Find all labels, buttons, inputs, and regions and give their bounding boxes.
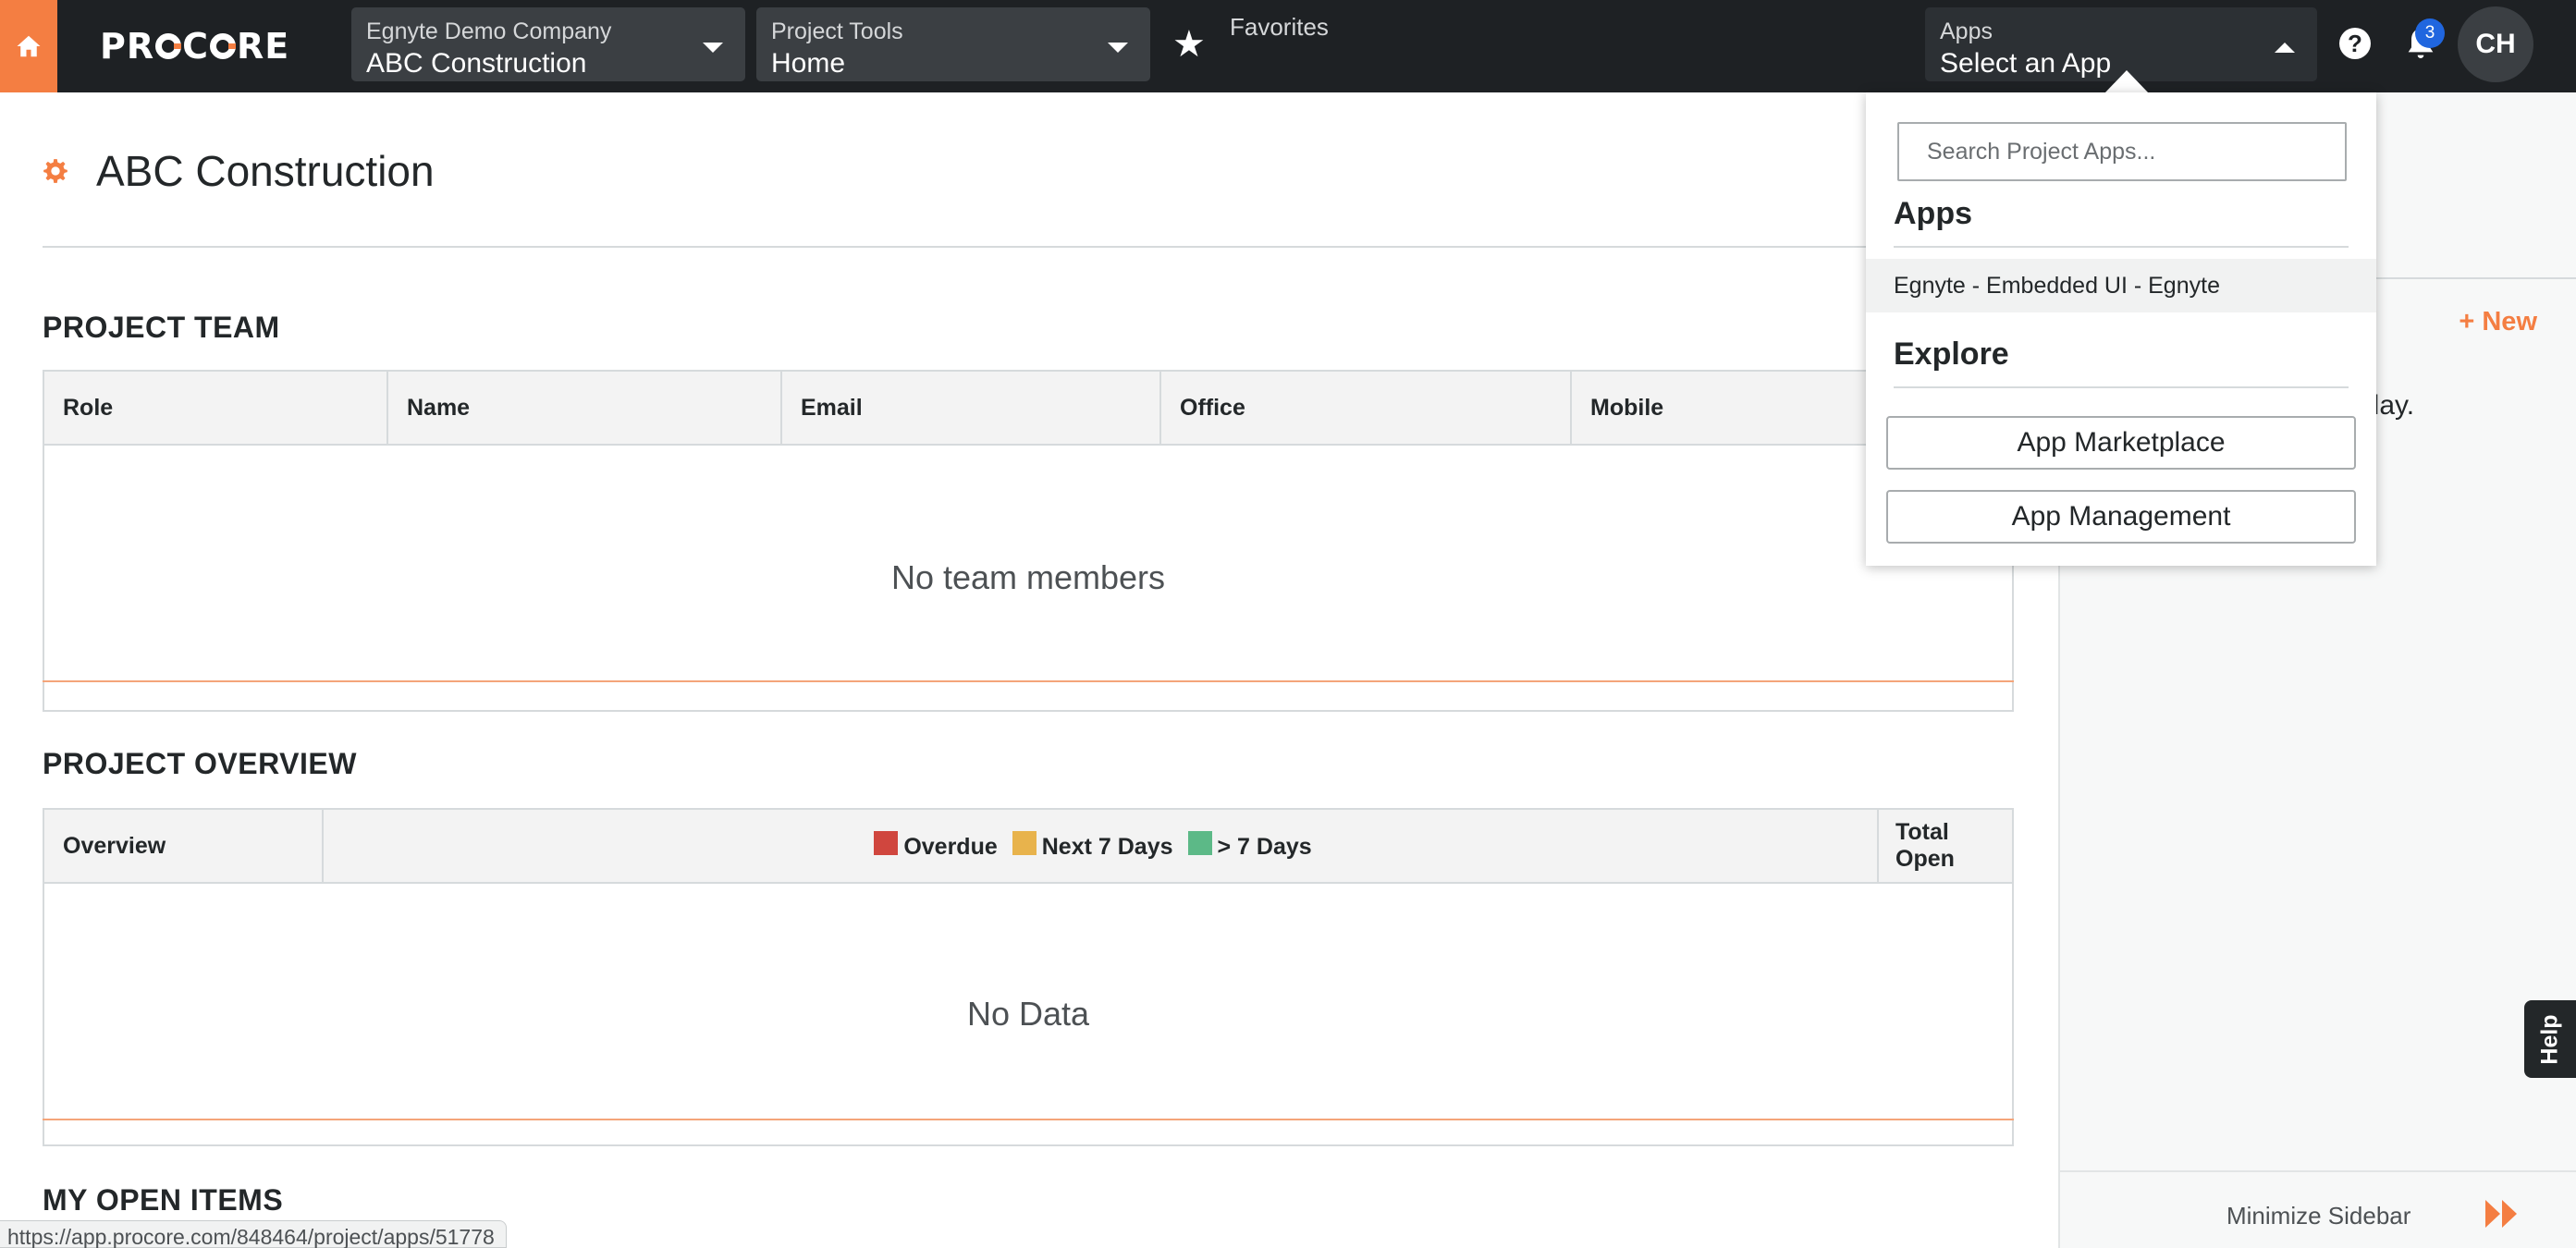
project-team-header-row: Role Name Email Office Mobile: [44, 372, 2012, 446]
project-overview-table: Overview Overdue Next 7 Days > 7 Days To…: [43, 808, 2014, 1146]
column-header-total-open[interactable]: Total Open: [1879, 810, 2012, 882]
chevron-down-icon: [703, 43, 723, 53]
dropdown-pointer: [2104, 70, 2149, 93]
app-item-egnyte[interactable]: Egnyte - Embedded UI - Egnyte: [1866, 259, 2376, 312]
column-header-overview[interactable]: Overview: [44, 810, 324, 882]
divider: [1894, 386, 2349, 388]
star-icon: ★: [1172, 24, 1206, 65]
project-overview-header-row: Overview Overdue Next 7 Days > 7 Days To…: [44, 810, 2012, 884]
legend-item-overdue: Overdue: [874, 831, 998, 861]
top-navigation-bar: PR C RE Egnyte Demo Company ABC Constructi…: [0, 0, 2576, 92]
status-bar-url: https://app.procore.com/848464/project/a…: [0, 1220, 507, 1248]
help-tab-label: Help: [2536, 1013, 2563, 1065]
procore-logo[interactable]: PR C RE: [100, 26, 289, 67]
company-selector-label: Egnyte Demo Company: [366, 18, 612, 44]
project-overview-empty-state: No Data: [966, 995, 1090, 1033]
new-button[interactable]: + New: [2459, 307, 2537, 337]
apps-heading: Apps: [1894, 196, 1972, 231]
column-header-office[interactable]: Office: [1161, 372, 1572, 444]
project-tools-label: Project Tools: [771, 18, 903, 44]
page-header: ABC Construction: [43, 146, 435, 196]
page-title: ABC Construction: [96, 147, 435, 195]
user-avatar[interactable]: CH: [2458, 6, 2533, 82]
double-chevron-right-icon[interactable]: [2484, 1198, 2521, 1230]
home-icon: [17, 35, 41, 57]
divider: [2060, 1170, 2576, 1172]
project-team-title: PROJECT TEAM: [43, 311, 280, 344]
notification-badge: 3: [2415, 18, 2445, 48]
chevron-down-icon: [1108, 43, 1128, 53]
project-team-table: Role Name Email Office Mobile No team me…: [43, 370, 2014, 712]
section-divider: [43, 680, 2014, 682]
my-open-items-title: MY OPEN ITEMS: [43, 1183, 284, 1217]
project-tools-value: Home: [771, 48, 846, 79]
column-header-name[interactable]: Name: [388, 372, 782, 444]
project-team-empty-state: No team members: [890, 558, 1166, 596]
explore-heading: Explore: [1894, 336, 2009, 372]
app-management-button[interactable]: App Management: [1886, 490, 2356, 544]
legend-swatch: [1012, 831, 1037, 855]
company-selector-value: ABC Construction: [366, 48, 587, 79]
minimize-sidebar-button[interactable]: Minimize Sidebar: [2226, 1202, 2410, 1230]
project-overview-title: PROJECT OVERVIEW: [43, 747, 357, 780]
company-selector[interactable]: Egnyte Demo Company ABC Construction: [351, 7, 745, 81]
legend-swatch: [874, 831, 899, 855]
legend-swatch: [1187, 831, 1212, 855]
favorites-label: Favorites: [1230, 13, 1329, 41]
legend-item-over-7-days: > 7 Days: [1187, 831, 1312, 861]
app-marketplace-button[interactable]: App Marketplace: [1886, 416, 2356, 470]
column-header-role[interactable]: Role: [44, 372, 388, 444]
gear-icon[interactable]: [43, 158, 68, 184]
main-content: ABC Construction PROJECT TEAM Role Name …: [0, 92, 2058, 1248]
legend-item-next-7-days: Next 7 Days: [1012, 831, 1173, 861]
help-tab[interactable]: Help: [2524, 1000, 2576, 1078]
help-icon[interactable]: ?: [2339, 28, 2371, 59]
section-divider: [43, 1119, 2014, 1120]
home-button[interactable]: [0, 0, 57, 92]
apps-dropdown: Apps Egnyte - Embedded UI - Egnyte Explo…: [1866, 92, 2376, 566]
divider: [1894, 246, 2349, 248]
search-project-apps-input[interactable]: [1897, 122, 2347, 181]
column-header-email[interactable]: Email: [782, 372, 1161, 444]
apps-selector-value: Select an App: [1940, 48, 2112, 79]
project-tools-selector[interactable]: Project Tools Home: [756, 7, 1150, 81]
chevron-up-icon: [2275, 43, 2295, 53]
overview-legend: Overdue Next 7 Days > 7 Days: [324, 810, 1879, 882]
divider: [43, 246, 2014, 248]
apps-selector-label: Apps: [1940, 18, 1993, 44]
